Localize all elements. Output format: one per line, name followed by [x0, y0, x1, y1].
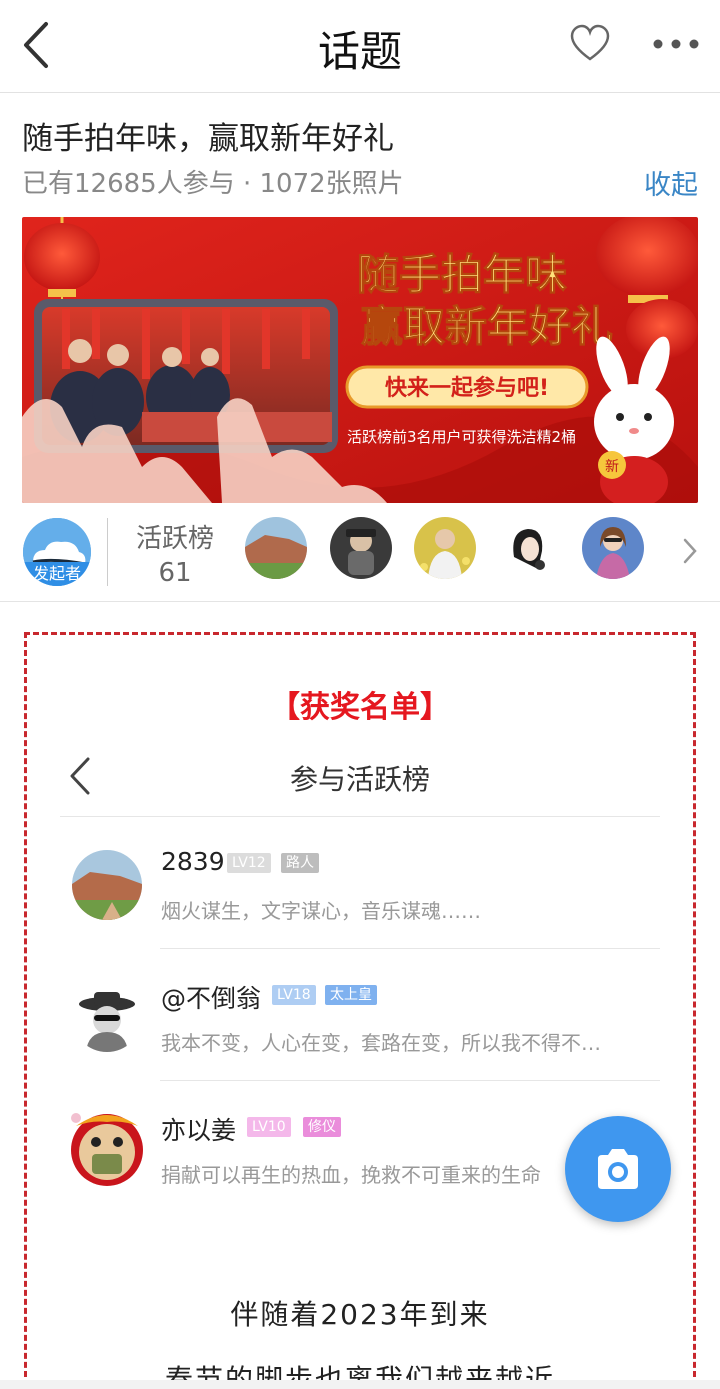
- winner-bio-3: 捐献可以再生的热血，挽救不可重来的生命: [161, 1163, 541, 1187]
- winner-name-2: @不倒翁: [161, 984, 262, 1013]
- rank-avatar-5[interactable]: [582, 517, 644, 579]
- camera-icon: [598, 1149, 638, 1189]
- banner-stamp: 新: [605, 459, 619, 475]
- banner-illustration: 随手拍年味 赢取新年好礼 快来一起参与吧! 活跃榜前3名用户可获得洗洁精2桶 新: [22, 217, 698, 503]
- heart-icon[interactable]: [570, 24, 610, 64]
- top-bar: 话题: [0, 0, 720, 93]
- topic-title: 随手拍年味，赢取新年好礼: [22, 121, 394, 157]
- poem-line-1: 伴随着2023年到来: [230, 1298, 490, 1331]
- rank-badge-1: 路人: [281, 853, 319, 873]
- rank-count: 61: [158, 558, 192, 588]
- bottom-edge: [0, 1380, 720, 1389]
- initiator-avatar[interactable]: 发起者: [23, 518, 91, 586]
- topic-banner[interactable]: 随手拍年味 赢取新年好礼 快来一起参与吧! 活跃榜前3名用户可获得洗洁精2桶 新: [22, 217, 698, 503]
- banner-headline-1: 随手拍年味: [357, 250, 567, 299]
- rank-avatar-2[interactable]: [330, 517, 392, 579]
- banner-note: 活跃榜前3名用户可获得洗洁精2桶: [347, 428, 576, 446]
- initiator-badge: 发起者: [23, 562, 91, 586]
- banner-headline-2: 赢取新年好礼: [361, 302, 613, 351]
- winner-name-3: 亦以姜: [161, 1116, 237, 1145]
- chevron-right-icon[interactable]: [680, 536, 700, 566]
- banner-cta: 快来一起参与吧!: [385, 375, 549, 401]
- award-title: 【获奖名单】: [270, 690, 450, 725]
- winner-bio-2: 我本不变，人心在变，套路在变，所以我不得不…: [161, 1031, 601, 1055]
- winner-avatar-1: [72, 850, 142, 920]
- rank-label[interactable]: 活跃榜: [130, 518, 220, 555]
- level-badge-1: LV12: [227, 853, 271, 873]
- topic-meta: 已有12685人参与 · 1072张照片: [22, 169, 404, 199]
- collapse-button[interactable]: 收起: [644, 163, 698, 202]
- winner-row-2: @不倒翁 LV18 太上皇 我本不变，人心在变，套路在变，所以我不得不…: [60, 949, 660, 1081]
- more-icon[interactable]: [652, 38, 700, 50]
- rank-badge-3: 修仪: [303, 1117, 341, 1137]
- rank-avatar-4[interactable]: [498, 517, 560, 579]
- winner-avatar-3: [71, 1113, 143, 1186]
- active-row: 发起者 活跃榜 61: [0, 512, 720, 602]
- winner-avatar-2: [72, 982, 142, 1052]
- winner-name-1: 2839: [161, 847, 225, 876]
- winner-row-1: 2839 LV12 路人 烟火谋生，文字谋心，音乐谋魂……: [60, 817, 660, 949]
- level-badge-2: LV18: [272, 985, 316, 1005]
- camera-button[interactable]: [565, 1116, 671, 1222]
- rank-avatar-3[interactable]: [414, 517, 476, 579]
- inner-title: 参与活跃榜: [289, 763, 430, 796]
- level-badge-3: LV10: [247, 1117, 291, 1137]
- divider: [107, 518, 108, 586]
- rank-avatar-1[interactable]: [245, 517, 307, 579]
- rank-badge-2: 太上皇: [325, 985, 377, 1005]
- winner-bio-1: 烟火谋生，文字谋心，音乐谋魂……: [161, 899, 481, 923]
- page-title: 话题: [317, 27, 402, 76]
